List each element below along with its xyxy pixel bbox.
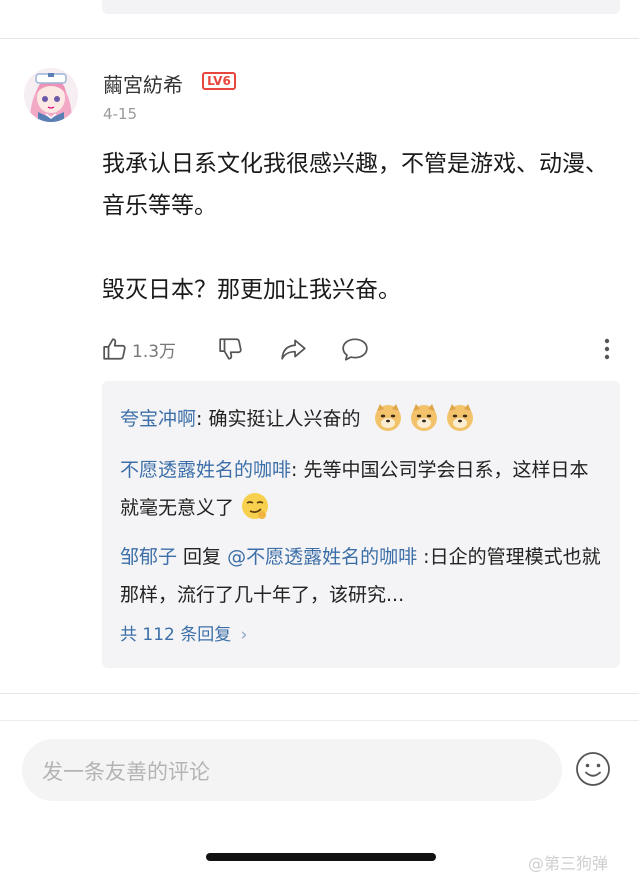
mention-link[interactable]: @不愿透露姓名的咖啡 <box>227 546 417 568</box>
smile-face-icon[interactable] <box>575 751 611 787</box>
divider <box>0 720 639 721</box>
watermark: @第三狗弹 <box>528 854 609 873</box>
comment-action-bar: 1.3万 <box>102 333 622 365</box>
thumb-down-icon <box>219 338 242 360</box>
divider <box>0 693 639 694</box>
more-options-button[interactable] <box>600 333 614 365</box>
comment-date: 4-15 <box>103 105 138 123</box>
reply-item[interactable]: 邹郁子 回复 @不愿透露姓名的咖啡 :日企的管理模式也就那样，流行了几十年了，该… <box>120 538 602 614</box>
doge-emoji <box>446 404 473 431</box>
chevron-right-icon: › <box>240 625 248 645</box>
reply-button[interactable] <box>341 333 369 365</box>
more-replies-label: 共 112 条回复 <box>120 625 232 645</box>
dislike-button[interactable] <box>218 333 244 365</box>
reply-author[interactable]: 不愿透露姓名的咖啡 <box>120 459 291 481</box>
like-button[interactable]: 1.3万 <box>102 333 176 365</box>
anime-avatar-icon <box>24 68 78 122</box>
smirk-emoji <box>242 493 269 519</box>
more-vertical-icon <box>604 338 610 360</box>
comment-input-placeholder: 发一条友善的评论 <box>42 760 210 784</box>
home-indicator <box>206 853 436 861</box>
reply-item[interactable]: 不愿透露姓名的咖啡: 先等中国公司学会日系，这样日本就毫无意义了 <box>120 451 602 527</box>
reply-author[interactable]: 邹郁子 <box>120 546 177 568</box>
thumb-up-icon <box>103 338 126 360</box>
comment-body: 我承认日系文化我很感兴趣，不管是游戏、动漫、音乐等等。 毁灭日本？那更加让我兴奋… <box>102 143 622 311</box>
reply-item[interactable]: 夸宝冲啊: 确实挺让人兴奋的 <box>120 400 602 438</box>
previous-replies-block <box>102 0 620 14</box>
doge-emoji <box>374 404 401 431</box>
comment-text-line: 毁灭日本？那更加让我兴奋。 <box>102 277 401 303</box>
reply-separator: : <box>417 546 430 568</box>
reply-word: 回复 <box>177 546 228 568</box>
share-icon <box>281 339 306 360</box>
like-count: 1.3万 <box>132 341 177 362</box>
share-button[interactable] <box>280 333 308 365</box>
comment-input[interactable]: 发一条友善的评论 <box>22 739 562 801</box>
comment-username[interactable]: 繭宮紡希 <box>103 69 183 98</box>
replies-panel[interactable]: 夸宝冲啊: 确实挺让人兴奋的 不愿透露姓名的咖啡: 先等中国公司学会日系，这样日… <box>102 381 620 668</box>
comment-text-line: 我承认日系文化我很感兴趣，不管是游戏、动漫、音乐等等。 <box>102 151 608 219</box>
reply-separator: : <box>196 408 209 430</box>
doge-emoji <box>410 404 437 431</box>
view-all-replies-link[interactable]: 共 112 条回复 › <box>120 620 247 645</box>
comment-bubble-icon <box>342 338 368 361</box>
divider <box>0 38 639 39</box>
level-badge: LV6 <box>202 72 236 90</box>
reply-author[interactable]: 夸宝冲啊 <box>120 408 196 430</box>
reply-separator: : <box>291 459 304 481</box>
reply-text: 确实挺让人兴奋的 <box>208 408 361 430</box>
avatar[interactable] <box>24 68 78 122</box>
